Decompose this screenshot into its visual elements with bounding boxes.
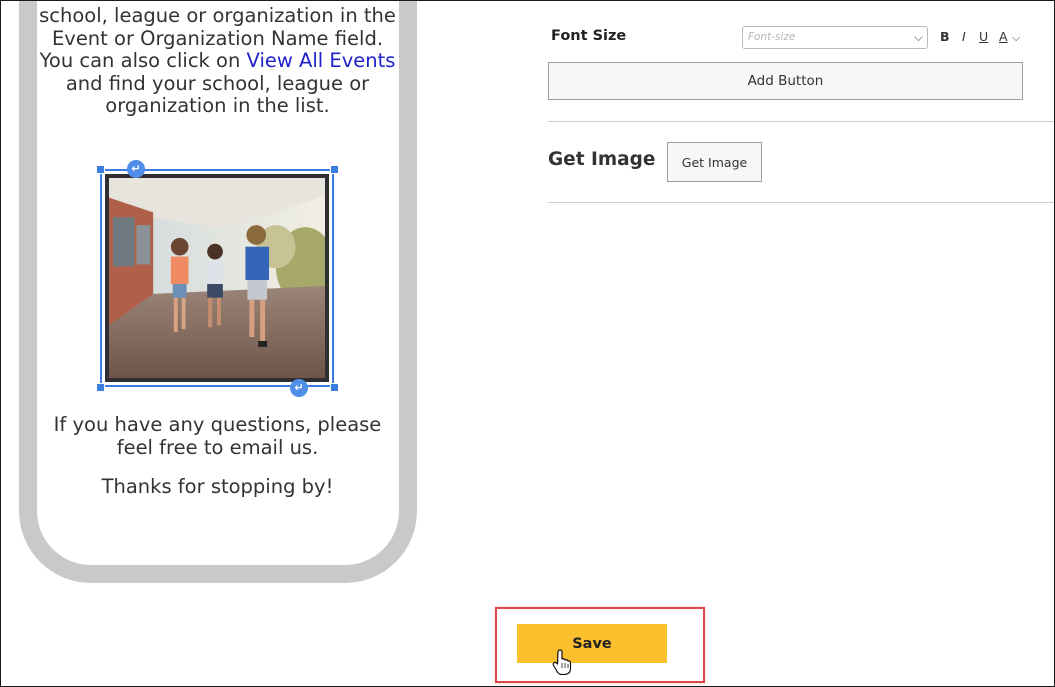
- intro-text-end: and find your school, league or organiza…: [65, 71, 370, 117]
- underline-button[interactable]: U: [979, 29, 988, 44]
- image-border: [105, 174, 329, 382]
- resize-handle-bottom-left[interactable]: [96, 383, 105, 392]
- chevron-down-icon: ⌵: [913, 30, 923, 44]
- resize-handle-top-left[interactable]: [96, 165, 105, 174]
- font-size-select[interactable]: Font-size ⌵: [742, 26, 928, 49]
- enter-icon[interactable]: ↵: [127, 160, 145, 178]
- italic-button[interactable]: I: [962, 29, 966, 44]
- chevron-down-icon[interactable]: ⌵: [1012, 31, 1020, 45]
- text-color-icon[interactable]: A: [999, 29, 1008, 44]
- app-frame: school, league or organization in the Ev…: [0, 0, 1055, 687]
- thanks-text: Thanks for stopping by!: [101, 475, 334, 498]
- selected-image[interactable]: [100, 169, 334, 387]
- bold-button[interactable]: B: [940, 29, 950, 44]
- font-size-label: Font Size: [551, 28, 627, 44]
- get-image-heading: Get Image: [548, 149, 656, 170]
- section-divider: [548, 202, 1054, 203]
- resize-handle-bottom-right[interactable]: [330, 383, 339, 392]
- save-button[interactable]: Save: [517, 624, 667, 663]
- hand-pointer-icon: [552, 649, 572, 675]
- view-all-events-link[interactable]: View All Events: [247, 49, 396, 72]
- add-button[interactable]: Add Button: [548, 62, 1023, 100]
- resize-handle-top-right[interactable]: [330, 165, 339, 174]
- section-divider: [548, 121, 1054, 122]
- font-size-placeholder: Font-size: [748, 31, 796, 43]
- questions-text: If you have any questions, please feel f…: [53, 413, 382, 459]
- kids-running-photo: [109, 178, 325, 379]
- get-image-button[interactable]: Get Image: [667, 142, 762, 182]
- intro-paragraph: school, league or organization in the Ev…: [35, 4, 400, 118]
- enter-icon[interactable]: ↵: [290, 379, 308, 397]
